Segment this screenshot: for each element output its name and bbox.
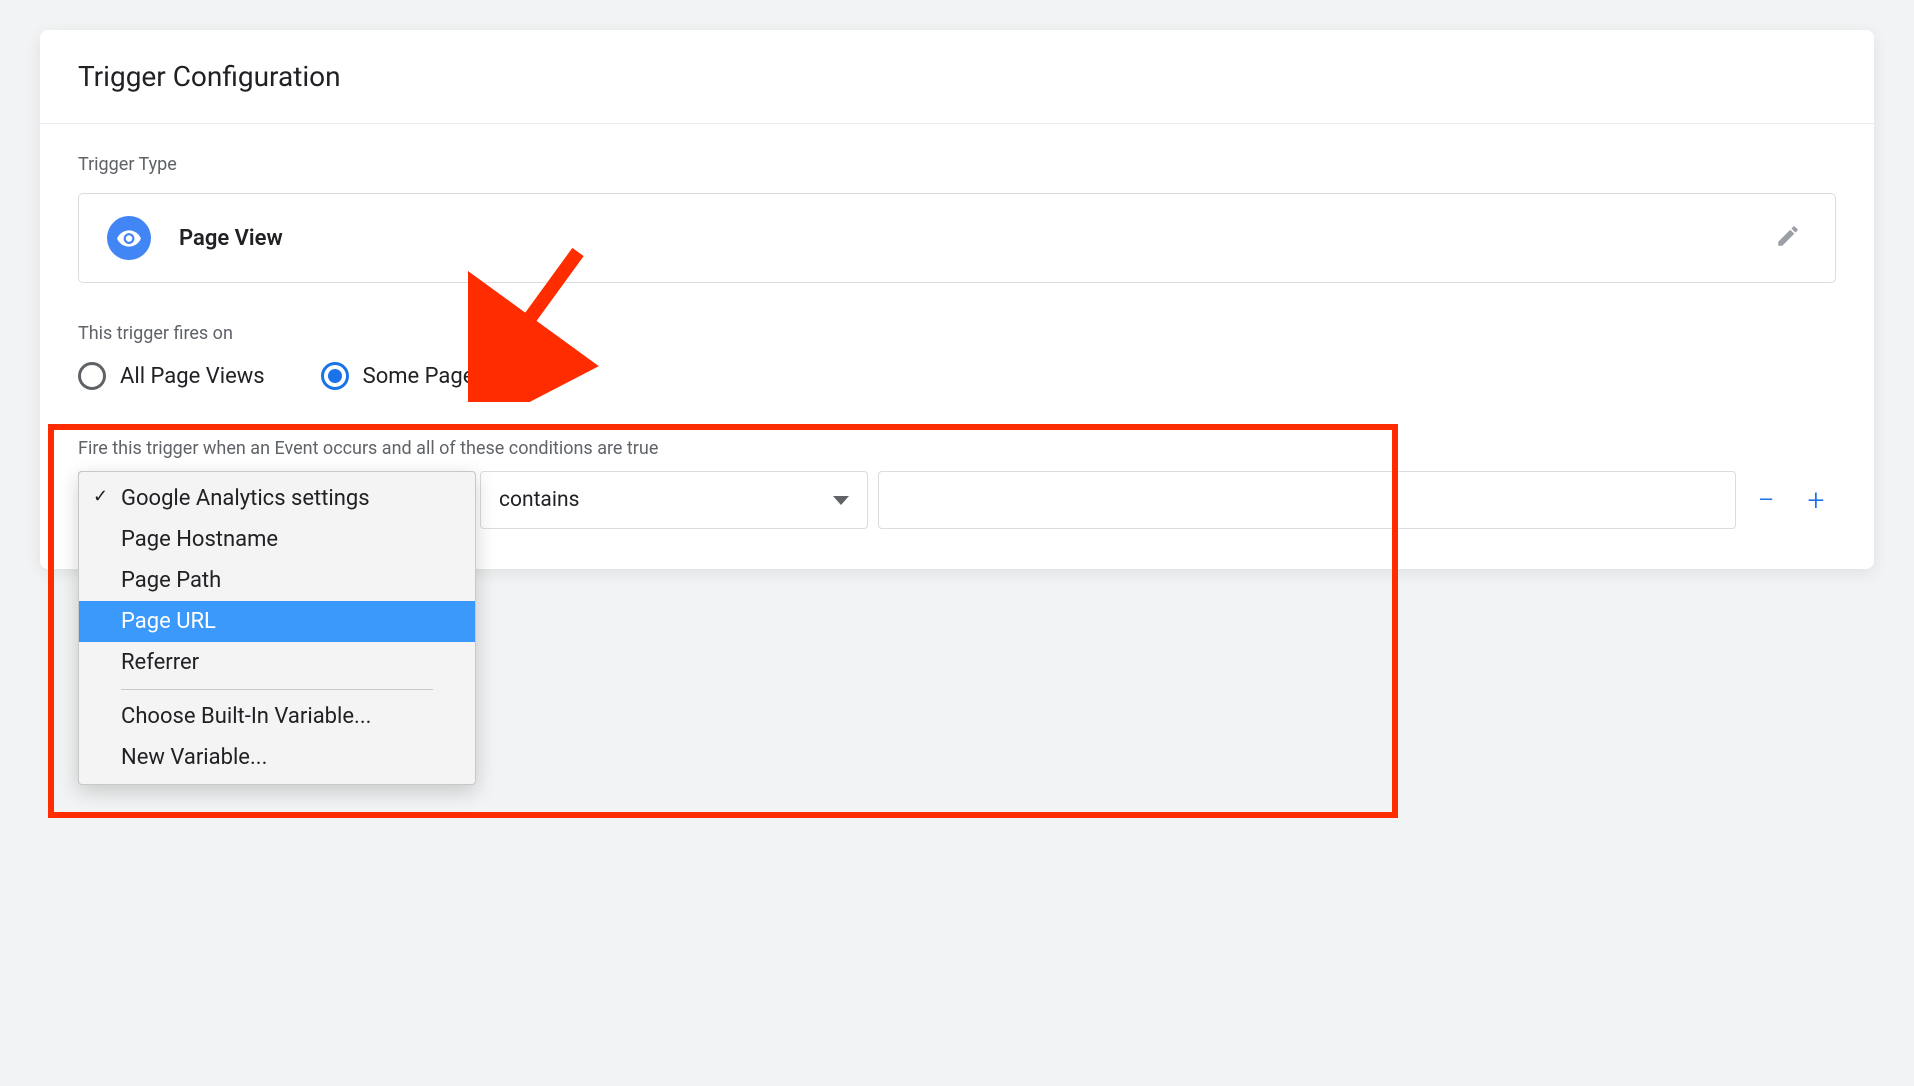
trigger-type-left: Page View (107, 216, 283, 260)
radio-label: All Page Views (120, 364, 265, 389)
chevron-down-icon (833, 496, 849, 505)
trigger-type-selector[interactable]: Page View (78, 193, 1836, 283)
radio-all-page-views[interactable]: All Page Views (78, 362, 265, 390)
dropdown-item-page-path[interactable]: Page Path (79, 560, 475, 601)
dropdown-item-google-analytics-settings[interactable]: Google Analytics settings (79, 478, 475, 519)
remove-condition-button[interactable]: − (1746, 480, 1786, 520)
radio-icon (78, 362, 106, 390)
trigger-config-card: Trigger Configuration Trigger Type Page … (40, 30, 1874, 569)
dropdown-item-page-hostname[interactable]: Page Hostname (79, 519, 475, 560)
radio-label: Some Page Views (363, 364, 539, 389)
dropdown-item-choose-builtin[interactable]: Choose Built-In Variable... (79, 696, 475, 737)
fires-on-label: This trigger fires on (78, 323, 1836, 344)
card-body: Trigger Type Page View This trigger fire… (40, 124, 1874, 569)
dropdown-item-page-url[interactable]: Page URL (79, 601, 475, 642)
fires-on-radio-group: All Page Views Some Page Views (78, 362, 1836, 390)
trigger-type-name: Page View (179, 226, 283, 251)
eye-icon (107, 216, 151, 260)
add-condition-button[interactable]: + (1796, 480, 1836, 520)
variable-dropdown: Google Analytics settings Page Hostname … (78, 471, 476, 785)
condition-label: Fire this trigger when an Event occurs a… (78, 438, 1836, 459)
radio-icon (321, 362, 349, 390)
dropdown-item-referrer[interactable]: Referrer (79, 642, 475, 683)
condition-row: contains − + Google Analytics settings P… (78, 471, 1836, 529)
operator-select[interactable]: contains (480, 471, 868, 529)
card-header: Trigger Configuration (40, 30, 1874, 124)
page-title: Trigger Configuration (78, 60, 1836, 93)
edit-trigger-type-button[interactable] (1769, 217, 1807, 259)
dropdown-item-new-variable[interactable]: New Variable... (79, 737, 475, 778)
operator-select-value: contains (499, 488, 579, 512)
trigger-type-label: Trigger Type (78, 154, 1836, 175)
radio-some-page-views[interactable]: Some Page Views (321, 362, 539, 390)
dropdown-separator (121, 689, 433, 690)
condition-value-input[interactable] (878, 471, 1736, 529)
